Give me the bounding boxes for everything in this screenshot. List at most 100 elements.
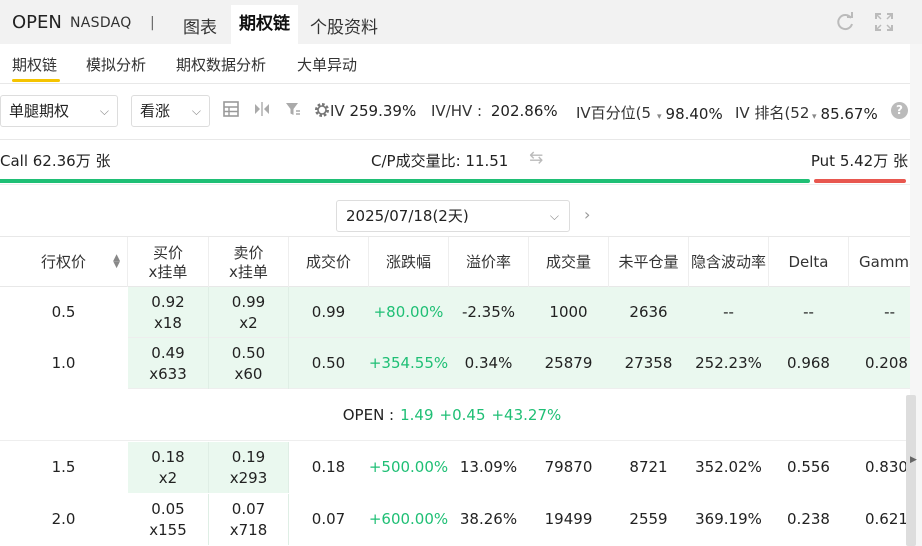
split-view-icon[interactable] <box>253 101 271 119</box>
ask-size: x60 <box>234 364 263 383</box>
iv-percentile-value: 98.40% <box>665 105 723 123</box>
change-pct: +80.00% <box>373 303 444 321</box>
expiry-date-value: 2025/07/18(2天) <box>346 207 469 225</box>
last-price: 0.07 <box>289 494 369 545</box>
ask-cell[interactable]: 0.99 x2 <box>209 287 289 338</box>
scrollbar-thumb[interactable] <box>906 395 916 546</box>
tab-company-profile[interactable]: 个股资料 <box>310 13 378 38</box>
subtab-large-orders[interactable]: 大单异动 <box>297 54 357 75</box>
bid-cell[interactable]: 0.49 x633 <box>128 338 209 389</box>
strike-price: 1.5 <box>0 442 128 493</box>
implied-vol: -- <box>723 303 734 321</box>
change-pct: +600.00% <box>369 494 449 545</box>
col-ask-size-label: x挂单 <box>229 262 268 281</box>
direction-select[interactable]: 看涨 ⌵ <box>131 95 210 127</box>
col-change: 涨跌幅 <box>369 237 449 288</box>
caret-down-icon: ▾ <box>812 112 817 122</box>
caret-down-icon: ▾ <box>657 112 662 122</box>
call-volume-bar <box>0 179 810 183</box>
volume: 19499 <box>529 494 609 545</box>
col-volume: 成交量 <box>529 237 609 288</box>
table-row[interactable]: 0.5 0.92 x18 0.99 x2 0.99 +80.00% -2.35%… <box>0 287 910 338</box>
chevron-right-icon[interactable]: › <box>584 205 590 224</box>
implied-vol: 369.19% <box>689 494 769 545</box>
implied-vol: 252.23% <box>695 354 762 372</box>
swap-arrows-icon[interactable]: ⇆ <box>529 148 543 168</box>
ivhv-label: IV/HV : <box>431 102 483 120</box>
delta: 0.968 <box>787 354 830 372</box>
tab-option-chain[interactable]: 期权链 <box>231 5 298 44</box>
ask-size: x718 <box>229 520 268 539</box>
ask-cell[interactable]: 0.19 x293 <box>209 442 289 493</box>
col-last: 成交价 <box>289 237 369 288</box>
iv-rank-stat[interactable]: IV 排名(52 ▾ 85.67% <box>735 102 878 123</box>
expand-icon[interactable] <box>873 11 895 33</box>
ask-price: 0.19 <box>231 447 266 466</box>
cp-volume-ratio: C/P成交量比: 11.51 <box>371 152 509 170</box>
iv-percentile-stat[interactable]: IV百分位(5 ▾ 98.40% <box>576 102 723 123</box>
settings-gear-icon[interactable] <box>313 101 331 119</box>
gamma: 0.208 <box>865 354 908 372</box>
volume: 25879 <box>544 354 593 372</box>
bid-size: x2 <box>158 468 178 487</box>
volume: 79870 <box>529 442 609 493</box>
ask-price: 0.99 <box>231 292 266 311</box>
tab-chart[interactable]: 图表 <box>183 13 217 38</box>
underlying-change: +0.45 <box>439 405 486 424</box>
bid-cell[interactable]: 0.92 x18 <box>128 287 209 338</box>
table-view-icon[interactable] <box>222 101 240 119</box>
option-toolbar: 单腿期权 ⌵ 看涨 ⌵ IV 259.39% IV/HV : 202.86% I… <box>0 84 922 140</box>
underlying-symbol: OPEN : <box>342 405 395 424</box>
underlying-price-line: OPEN : 1.49 +0.45 +43.27% <box>0 389 910 441</box>
sort-icon[interactable]: ▲ ▼ <box>113 254 120 270</box>
subtab-simulation[interactable]: 模拟分析 <box>86 54 146 75</box>
filter-icon[interactable] <box>284 101 302 119</box>
gamma: 0.830 <box>849 442 910 493</box>
col-open-interest: 未平仓量 <box>609 237 689 288</box>
subtab-option-data-analysis[interactable]: 期权数据分析 <box>176 54 266 75</box>
col-strike[interactable]: 行权价 ▲ ▼ <box>0 237 128 288</box>
ivhv-value: 202.86% <box>490 102 558 120</box>
last-price: 0.99 <box>311 303 346 321</box>
gamma: 0.621 <box>849 494 910 545</box>
expiry-date-select[interactable]: 2025/07/18(2天) ⌵ <box>336 200 570 232</box>
ask-cell[interactable]: 0.07 x718 <box>209 494 289 545</box>
col-bid: 买价 x挂单 <box>128 237 209 288</box>
open-interest: 2636 <box>629 303 668 321</box>
bid-price: 0.18 <box>151 447 185 466</box>
bid-size: x18 <box>154 313 182 332</box>
col-implied-vol: 隐含波动率 <box>689 237 769 288</box>
iv-stat: IV 259.39% <box>330 102 416 120</box>
col-premium: 溢价率 <box>449 237 529 288</box>
chevron-right-icon[interactable]: ▶ <box>910 455 917 465</box>
subtab-option-chain[interactable]: 期权链 <box>12 54 57 75</box>
strike-price: 1.0 <box>0 338 128 389</box>
strategy-select[interactable]: 单腿期权 ⌵ <box>0 95 118 127</box>
header-separator: | <box>150 15 155 31</box>
bid-cell[interactable]: 0.05 x155 <box>128 494 209 545</box>
bid-cell[interactable]: 0.18 x2 <box>128 442 209 493</box>
expiry-row: 2025/07/18(2天) ⌵ › <box>0 184 922 236</box>
bid-size: x155 <box>149 520 187 539</box>
volume: 1000 <box>549 303 588 321</box>
help-icon[interactable]: ? <box>891 102 908 119</box>
chevron-down-icon: ⌵ <box>549 209 559 223</box>
table-header: 行权价 ▲ ▼ 买价 x挂单 卖价 x挂单 成交价 涨跌幅 溢价率 成交量 未平仓… <box>0 236 910 288</box>
col-gamma: Gamma <box>859 253 910 271</box>
ask-cell[interactable]: 0.50 x60 <box>209 338 289 389</box>
put-volume-bar <box>814 179 906 183</box>
bid-price: 0.05 <box>151 499 185 518</box>
call-volume: Call 62.36万 张 <box>0 152 111 170</box>
bid-price: 0.92 <box>151 292 185 311</box>
refresh-icon[interactable] <box>834 11 856 33</box>
premium-rate: 0.34% <box>464 354 513 372</box>
table-row[interactable]: 1.5 0.18 x2 0.19 x293 0.18 +500.00% 13.0… <box>0 442 910 493</box>
strike-price: 2.0 <box>0 494 128 545</box>
table-row[interactable]: 1.0 0.49 x633 0.50 x60 0.50 +354.55% 0.3… <box>0 338 910 389</box>
ask-price: 0.50 <box>231 343 266 362</box>
ticker-symbol: OPEN <box>12 12 62 33</box>
table-row[interactable]: 2.0 0.05 x155 0.07 x718 0.07 +600.00% 38… <box>0 494 910 545</box>
strike-price: 0.5 <box>0 287 128 338</box>
open-interest: 27358 <box>624 354 673 372</box>
ask-size: x293 <box>229 468 268 487</box>
